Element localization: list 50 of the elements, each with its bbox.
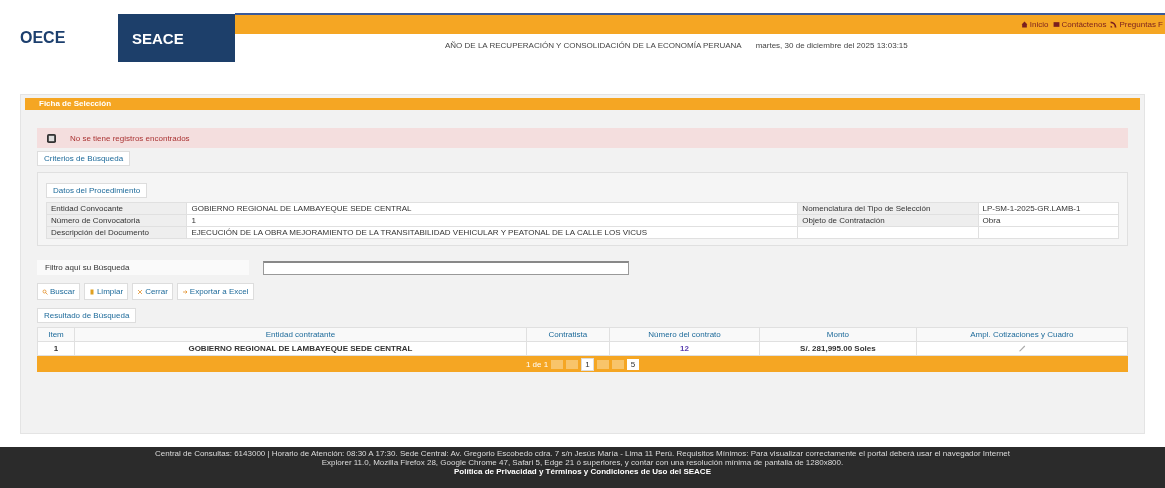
page-size-select[interactable]: 5 bbox=[626, 358, 640, 370]
criteria-tab[interactable]: Criterios de Búsqueda bbox=[37, 151, 131, 166]
procedure-tab[interactable]: Datos del Procedimiento bbox=[46, 183, 148, 198]
field-value: GOBIERNO REGIONAL DE LAMBAYEQUE SEDE CENTRAL bbox=[186, 202, 798, 215]
column-header: Número del contrato bbox=[609, 327, 760, 342]
field-value: EJECUCIÓN DE LA OBRA MEJORAMIENTO DE LA TRANSITABILIDAD VEHICULAR Y PEATONAL DE LA CALLE LOS VICUS bbox=[186, 226, 798, 239]
field-value: LP-SM-1-2025-GR.LAMB-1 bbox=[978, 202, 1119, 215]
nav-link[interactable]: Contáctenos bbox=[1052, 20, 1107, 29]
page-number[interactable]: 1 bbox=[581, 357, 594, 371]
last-page-button[interactable] bbox=[611, 359, 624, 369]
column-header: Contratista bbox=[526, 327, 610, 342]
home-icon bbox=[1020, 21, 1028, 28]
first-page-button[interactable] bbox=[551, 359, 564, 369]
close-icon bbox=[137, 288, 144, 295]
action-button[interactable]: Limpiar bbox=[83, 283, 129, 300]
table-cell: S/. 281,995.00 Soles bbox=[759, 341, 917, 356]
message-text: No se tiene registros encontrados bbox=[70, 133, 190, 143]
column-header: Item bbox=[37, 327, 75, 342]
field-label: Entidad Convocante bbox=[46, 202, 187, 215]
table-cell: GOBIERNO REGIONAL DE LAMBAYEQUE SEDE CENTRAL bbox=[74, 341, 527, 356]
nav-link[interactable]: Preguntas F bbox=[1110, 20, 1163, 29]
panel-title: Ficha de Selección bbox=[25, 98, 1140, 110]
prev-page-button[interactable] bbox=[566, 359, 579, 369]
page-summary: 1 de 1 bbox=[525, 359, 549, 369]
rss-icon bbox=[1110, 21, 1118, 28]
table-cell: 1 bbox=[37, 341, 75, 356]
policy-link[interactable]: Política de Privacidad y Términos y Condiciones de Uso del SEACE bbox=[454, 467, 711, 476]
arrow-icon bbox=[181, 288, 188, 295]
warning-icon bbox=[47, 133, 56, 143]
field-value: 1 bbox=[186, 214, 798, 227]
footer-text: Central de Consultas: 6143000 | Horario de Atención: 08:30 A 17:30. Sede Central: Av. Gregorio Escobedo cdra. 7 s/n Jesús María - Lima 11 Perú. Requisitos Mínimos: Para visualizar correctamente el portal deberá usar el navegador Internet Explorer 11.0, Mozilla Firefox 28, Google Chrome 47, Safari 5, Edge 21 ó superiores, y contar con una resolución mínima de pantalla de 1280x800. bbox=[154, 449, 1011, 467]
action-button[interactable]: Buscar bbox=[37, 283, 80, 300]
search-icon bbox=[42, 288, 48, 295]
results-tab[interactable]: Resultado de Búsqueda bbox=[37, 308, 137, 323]
seace-logo: SEACE bbox=[118, 14, 235, 62]
contract-link[interactable]: 12 bbox=[680, 344, 689, 353]
field-value: Obra bbox=[978, 214, 1119, 227]
envelope-icon bbox=[1052, 21, 1060, 28]
year-motto: AÑO DE LA RECUPERACIÓN Y CONSOLIDACIÓN DE LA ECONOMÍA PERUANA bbox=[445, 41, 742, 50]
action-button[interactable]: Cerrar bbox=[132, 283, 173, 300]
nav-link[interactable]: Inicio bbox=[1020, 20, 1049, 29]
column-header: Monto bbox=[759, 327, 917, 342]
next-page-button[interactable] bbox=[596, 359, 609, 369]
date-time: martes, 30 de diciembre del 2025 13:03:15 bbox=[755, 41, 908, 50]
action-button[interactable]: Exportar a Excel bbox=[176, 283, 254, 300]
column-header: Entidad contratante bbox=[74, 327, 527, 342]
filter-field[interactable] bbox=[263, 260, 629, 275]
filter-label: Filtro aquí su Búsqueda bbox=[37, 260, 249, 275]
column-header: Ampl. Cotizaciones y Cuadro bbox=[916, 327, 1128, 342]
field-label: Nomenclatura del Tipo de Selección bbox=[797, 202, 979, 215]
